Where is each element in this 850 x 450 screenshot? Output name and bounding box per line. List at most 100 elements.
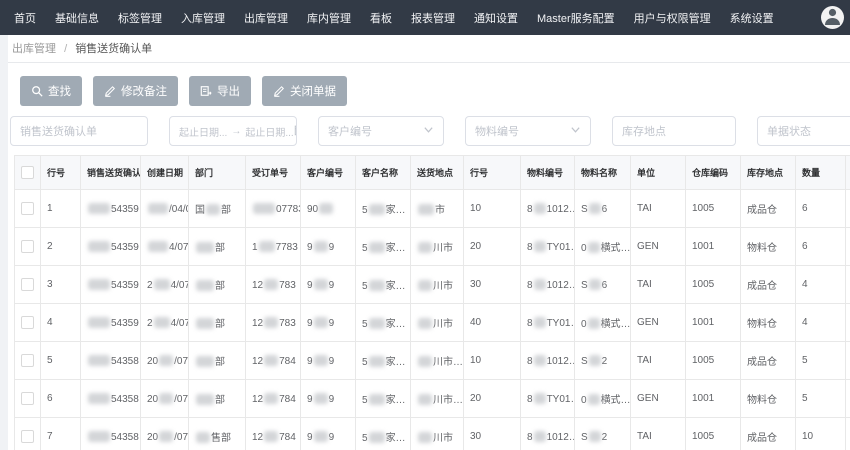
cell: 5家… (356, 228, 411, 266)
redacted-blur (588, 394, 600, 405)
cell: 20 (464, 228, 521, 266)
cell: 54358 (81, 380, 141, 418)
redacted-blur (369, 242, 385, 253)
redacted-blur (418, 432, 432, 443)
user-avatar[interactable] (821, 6, 844, 29)
cell: 3 (41, 266, 81, 304)
breadcrumb: 出库管理 / 销售送货确认单 (8, 35, 850, 63)
row-checkbox[interactable] (21, 354, 34, 367)
cell: 54359 (81, 190, 141, 228)
redacted-blur (264, 393, 278, 404)
cell: 12784 (246, 342, 301, 380)
export-icon (200, 85, 212, 97)
table-row: 2543594/07 …部17783995家…川市208TY01…0横式…GEN… (15, 228, 850, 266)
cell: TAI (631, 342, 686, 380)
nav-item-6[interactable]: 库内管理 (307, 10, 351, 26)
nav-item-7[interactable]: 看板 (370, 10, 392, 26)
material-no-filter[interactable]: 物料编号 (465, 116, 591, 146)
nav-item-4[interactable]: 入库管理 (181, 10, 225, 26)
column-header-5: 受订单号 (246, 156, 301, 190)
cell: 7 (41, 418, 81, 450)
cell: 4 (41, 304, 81, 342)
redacted-blur (534, 279, 546, 290)
nav-item-1[interactable]: 首页 (14, 10, 36, 26)
row-checkbox[interactable] (21, 278, 34, 291)
cell: 4/07 … (141, 228, 189, 266)
range-arrow: → (231, 126, 241, 137)
nav-item-2[interactable]: 基础信息 (55, 10, 99, 26)
redacted-blur (196, 242, 214, 253)
toolbar-button-3[interactable]: 导出 (189, 76, 251, 106)
redacted-blur (369, 318, 385, 329)
cell: 0横式… (575, 380, 631, 418)
cell: 川市 (411, 228, 464, 266)
table-row: 65435820/07 …部12784995家…川市…208TY01…0横式…G… (15, 380, 850, 418)
redacted-blur (253, 203, 275, 214)
redacted-blur (148, 241, 168, 252)
redacted-blur (369, 204, 385, 215)
toolbar: 查找修改备注导出关闭单据 (8, 63, 850, 106)
toolbar-button-1[interactable]: 查找 (20, 76, 82, 106)
cell: /04/07 … (141, 190, 189, 228)
row-checkbox[interactable] (21, 240, 34, 253)
toolbar-button-4[interactable]: 关闭单据 (262, 76, 347, 106)
column-header-15: 数量 (796, 156, 846, 190)
cell: 1001 (686, 228, 741, 266)
date-range-filter[interactable]: 起止日期...→起止日期... (169, 116, 297, 146)
nav-item-11[interactable]: 用户与权限管理 (634, 10, 711, 26)
nav-item-5[interactable]: 出库管理 (244, 10, 288, 26)
nav-item-3[interactable]: 标签管理 (118, 10, 162, 26)
filter-placeholder: 库存地点 (622, 123, 726, 139)
column-header-spacer (846, 156, 850, 190)
table-row: 35435924/07 …部12783995家…川市3081012…S6TAI1… (15, 266, 850, 304)
cell: 5家… (356, 190, 411, 228)
cell: 成品仓 (741, 190, 796, 228)
cell: 10 (464, 190, 521, 228)
column-header-14: 库存地点 (741, 156, 796, 190)
cell-spacer (846, 380, 850, 418)
confirm-no-filter[interactable]: 销售送货确认单 (10, 116, 148, 146)
cell: GEN (631, 380, 686, 418)
filter-bar: 销售送货确认单起止日期...→起止日期...客户编号物料编号库存地点单据状态 (10, 116, 850, 146)
column-header-4: 部门 (189, 156, 246, 190)
select-all-checkbox[interactable] (21, 166, 34, 179)
chevron-down-icon (423, 124, 434, 138)
filter-placeholder: 物料编号 (475, 123, 570, 139)
cell: TAI (631, 190, 686, 228)
nav-item-10[interactable]: Master服务配置 (537, 10, 615, 26)
cell: 1005 (686, 190, 741, 228)
cell: 99 (301, 228, 356, 266)
column-header-11: 物料名称 (575, 156, 631, 190)
column-header-2: 销售送货确认单 (81, 156, 141, 190)
nav-item-8[interactable]: 报表管理 (411, 10, 455, 26)
doc-status-filter[interactable]: 单据状态 (757, 116, 850, 146)
cell: 市 (411, 190, 464, 228)
redacted-blur (196, 280, 214, 291)
breadcrumb-parent[interactable]: 出库管理 (12, 43, 56, 55)
row-checkbox[interactable] (21, 430, 34, 443)
cell: 0横式… (575, 228, 631, 266)
cell: 成品仓 (741, 418, 796, 450)
cell: 4 (796, 304, 846, 342)
filter-placeholder: 单据状态 (767, 123, 850, 139)
customer-no-filter[interactable]: 客户编号 (318, 116, 444, 146)
redacted-blur (88, 355, 110, 366)
column-header-7: 客户名称 (356, 156, 411, 190)
row-checkbox[interactable] (21, 392, 34, 405)
stock-location-filter[interactable]: 库存地点 (612, 116, 736, 146)
cell: 1005 (686, 418, 741, 450)
cell: 2 (41, 228, 81, 266)
cell: 81012… (521, 342, 575, 380)
cell: 5家… (356, 304, 411, 342)
cell: 54359 (81, 228, 141, 266)
cell-spacer (846, 304, 850, 342)
nav-item-9[interactable]: 通知设置 (474, 10, 518, 26)
toolbar-button-2[interactable]: 修改备注 (93, 76, 178, 106)
row-checkbox[interactable] (21, 316, 34, 329)
row-checkbox[interactable] (21, 202, 34, 215)
redacted-blur (418, 280, 432, 291)
table-row: 154359/04/07 …国部07783905家…市1081012…S6TAI… (15, 190, 850, 228)
redacted-blur (534, 393, 546, 404)
date-start-placeholder: 起止日期... (179, 124, 227, 139)
nav-item-12[interactable]: 系统设置 (730, 10, 774, 26)
